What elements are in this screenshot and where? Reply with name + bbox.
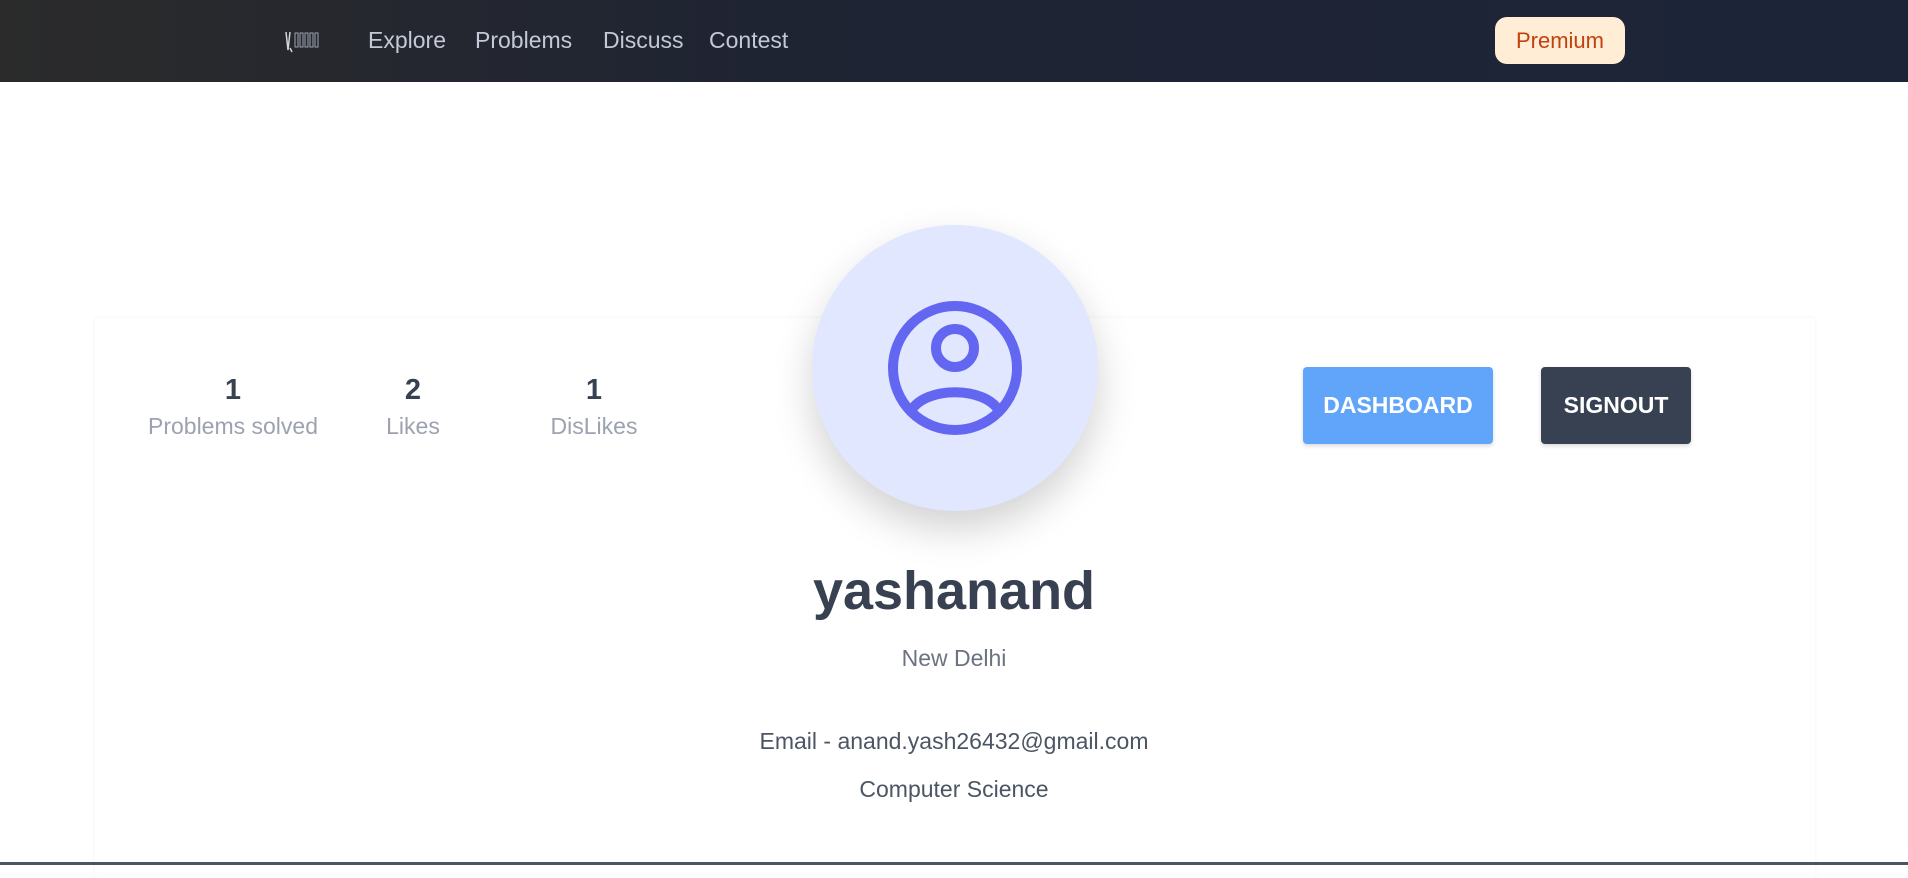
email: Email - anand.yash26432@gmail.com (759, 728, 1149, 754)
signout-button[interactable]: SIGNOUT (1541, 367, 1691, 444)
stat-label: DisLikes (550, 413, 638, 439)
username: yashanand (812, 561, 1096, 621)
stat-value: 1 (224, 374, 242, 406)
stat-likes: 2 Likes (378, 372, 448, 442)
branch: Computer Science (859, 776, 1049, 802)
top-navbar: Explore Problems Discuss Contest Premium (0, 0, 1908, 82)
avatar (812, 225, 1098, 511)
stat-value: 2 (404, 374, 422, 406)
nav-link-explore[interactable]: Explore (368, 27, 446, 54)
stat-label: Likes (386, 413, 440, 439)
nav-link-contest[interactable]: Contest (709, 27, 788, 54)
logo-icon[interactable] (284, 28, 322, 54)
stat-label: Problems solved (147, 413, 319, 439)
location: New Delhi (901, 645, 1007, 671)
premium-button[interactable]: Premium (1495, 17, 1625, 64)
user-circle-icon (888, 301, 1022, 435)
stat-dislikes: 1 DisLikes (549, 372, 639, 442)
stat-value: 1 (585, 374, 603, 406)
stat-problems-solved: 1 Problems solved (146, 372, 320, 442)
dashboard-button[interactable]: DASHBOARD (1303, 367, 1493, 444)
nav-link-problems[interactable]: Problems (475, 27, 572, 54)
nav-link-discuss[interactable]: Discuss (603, 27, 684, 54)
